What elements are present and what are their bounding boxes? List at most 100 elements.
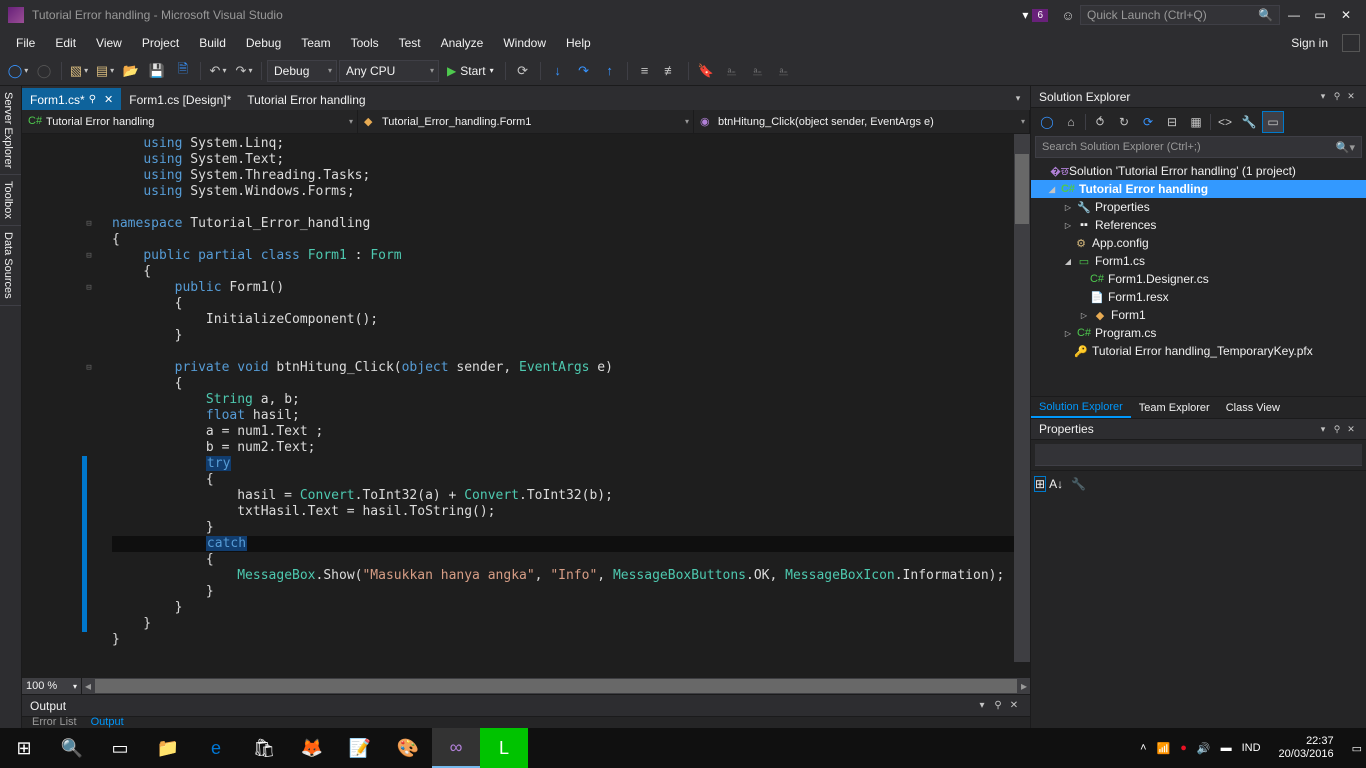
se-showall-icon[interactable]: ▦ — [1186, 112, 1206, 132]
project-node[interactable]: ◢C#Tutorial Error handling — [1031, 180, 1366, 198]
find-next-button[interactable]: ⎁ — [746, 59, 770, 83]
se-close-icon[interactable]: ✕ — [1344, 91, 1358, 102]
notifications[interactable]: ▾ 6 — [1022, 8, 1048, 22]
nav-member-dropdown[interactable]: ◉btnHitung_Click(object sender, EventArg… — [694, 110, 1030, 133]
form1class-node[interactable]: ▷◆Form1 — [1031, 306, 1366, 324]
solution-node[interactable]: �छSolution 'Tutorial Error handling' (1 … — [1031, 162, 1366, 180]
menu-tools[interactable]: Tools — [341, 32, 389, 54]
taskbar-firefox[interactable]: 🦊 — [288, 728, 336, 768]
tab-team-explorer[interactable]: Team Explorer — [1131, 399, 1218, 417]
redo-button[interactable]: ↷ — [232, 59, 256, 83]
menu-analyze[interactable]: Analyze — [431, 32, 494, 54]
form1designer-node[interactable]: C#Form1.Designer.cs — [1031, 270, 1366, 288]
menu-help[interactable]: Help — [556, 32, 601, 54]
menu-view[interactable]: View — [86, 32, 132, 54]
se-refresh-icon[interactable]: ⟳ — [1138, 112, 1158, 132]
taskbar-visual-studio[interactable]: ∞ — [432, 728, 480, 768]
output-tab[interactable]: Output — [85, 716, 130, 728]
maximize-button[interactable]: ▭ — [1308, 5, 1332, 25]
feedback-icon[interactable]: ☺ — [1056, 3, 1080, 27]
minimize-button[interactable]: — — [1282, 5, 1306, 25]
toolbox-tab[interactable]: Toolbox — [0, 175, 21, 226]
nav-project-dropdown[interactable]: C#Tutorial Error handling — [22, 110, 358, 133]
program-node[interactable]: ▷C#Program.cs — [1031, 324, 1366, 342]
error-list-tab[interactable]: Error List — [26, 716, 83, 728]
tray-lang[interactable]: IND — [1242, 742, 1261, 754]
tray-volume-icon[interactable]: 🔊 — [1197, 742, 1211, 755]
code-content[interactable]: using System.Linq; using System.Text; us… — [102, 134, 1030, 678]
props-dropdown-icon[interactable]: ▾ — [1316, 424, 1330, 435]
props-pin-icon[interactable]: ⚲ — [1330, 424, 1344, 435]
props-wrench-icon[interactable]: 🔧 — [1071, 477, 1086, 491]
horizontal-scrollbar[interactable]: 100 %▾ ◂ ▸ — [22, 678, 1030, 694]
tray-wifi-icon[interactable]: 📶 — [1157, 742, 1171, 755]
se-home-icon[interactable]: ⌂ — [1061, 112, 1081, 132]
save-all-button[interactable]: 🗎 — [171, 59, 195, 83]
undo-button[interactable]: ↶ — [206, 59, 230, 83]
tray-app-icon[interactable]: ● — [1180, 742, 1187, 754]
tab-form1-cs[interactable]: Form1.cs* ⚲ ✕ — [22, 88, 121, 110]
menu-debug[interactable]: Debug — [236, 32, 291, 54]
taskbar-file-explorer[interactable]: 📁 — [144, 728, 192, 768]
quick-launch-input[interactable]: Quick Launch (Ctrl+Q) 🔍 — [1080, 5, 1280, 25]
sign-in-link[interactable]: Sign in — [1283, 32, 1336, 54]
references-node[interactable]: ▷▪▪References — [1031, 216, 1366, 234]
props-categorized-icon[interactable]: ⊞ — [1035, 477, 1045, 491]
start-button[interactable]: ▶Start▾ — [441, 60, 500, 82]
browser-link-button[interactable]: ⟳ — [511, 59, 535, 83]
code-editor[interactable]: ⊟⊟⊟ ⊟ using System.Linq; using System.Te… — [22, 134, 1030, 678]
menu-edit[interactable]: Edit — [45, 32, 86, 54]
nav-back-button[interactable]: ◯ — [6, 59, 30, 83]
se-collapse-icon[interactable]: ⊟ — [1162, 112, 1182, 132]
save-button[interactable]: 💾 — [145, 59, 169, 83]
taskbar-line[interactable]: L — [480, 728, 528, 768]
data-sources-tab[interactable]: Data Sources — [0, 226, 21, 306]
nav-class-dropdown[interactable]: ◆Tutorial_Error_handling.Form1 — [358, 110, 694, 133]
taskbar-edge[interactable]: e — [192, 728, 240, 768]
vertical-scrollbar[interactable] — [1014, 134, 1030, 662]
tab-solution-explorer[interactable]: Solution Explorer — [1031, 398, 1131, 418]
output-pin-icon[interactable]: ⚲ — [990, 700, 1006, 711]
taskbar-paint[interactable]: 🎨 — [384, 728, 432, 768]
solution-search-input[interactable]: Search Solution Explorer (Ctrl+;) 🔍▾ — [1035, 136, 1362, 158]
properties-node[interactable]: ▷🔧Properties — [1031, 198, 1366, 216]
step-into-button[interactable]: ↓ — [546, 59, 570, 83]
menu-build[interactable]: Build — [189, 32, 236, 54]
props-alpha-icon[interactable]: A↓ — [1049, 477, 1063, 491]
close-tab-icon[interactable]: ✕ — [104, 93, 113, 106]
zoom-dropdown[interactable]: 100 %▾ — [22, 678, 82, 694]
output-dropdown-icon[interactable]: ▾ — [974, 700, 990, 711]
task-view-button[interactable]: ▭ — [96, 728, 144, 768]
se-preview-icon[interactable]: ▭ — [1263, 112, 1283, 132]
menu-test[interactable]: Test — [389, 32, 431, 54]
tab-tutorial[interactable]: Tutorial Error handling — [239, 88, 373, 110]
tab-dropdown-button[interactable]: ▾ — [1006, 86, 1030, 110]
output-close-icon[interactable]: ✕ — [1006, 700, 1022, 711]
se-sync-icon[interactable]: ⥀ — [1090, 112, 1110, 132]
se-pending-icon[interactable]: ↻ — [1114, 112, 1134, 132]
pin-icon[interactable]: ⚲ — [89, 94, 96, 105]
tray-chevron-icon[interactable]: ˄ — [1140, 742, 1146, 754]
nav-forward-button[interactable]: ◯ — [32, 59, 56, 83]
tempkey-node[interactable]: 🔑Tutorial Error handling_TemporaryKey.pf… — [1031, 342, 1366, 360]
step-over-button[interactable]: ↷ — [572, 59, 596, 83]
open-file-button[interactable]: 📂 — [119, 59, 143, 83]
start-menu-button[interactable]: ⊞ — [0, 728, 48, 768]
menu-team[interactable]: Team — [291, 32, 340, 54]
action-center-icon[interactable]: ▭ — [1352, 742, 1362, 755]
add-item-button[interactable]: ▤ — [93, 59, 117, 83]
server-explorer-tab[interactable]: Server Explorer — [0, 86, 21, 175]
platform-dropdown[interactable]: Any CPU — [339, 60, 439, 82]
props-object-dropdown[interactable] — [1035, 444, 1362, 466]
config-dropdown[interactable]: Debug — [267, 60, 337, 82]
uncomment-button[interactable]: ≢ — [659, 59, 683, 83]
new-project-button[interactable]: ▧ — [67, 59, 91, 83]
tab-class-view[interactable]: Class View — [1218, 399, 1288, 417]
find-button[interactable]: ⎁ — [720, 59, 744, 83]
tab-form1-design[interactable]: Form1.cs [Design]* — [121, 88, 239, 110]
menu-file[interactable]: File — [6, 32, 45, 54]
props-close-icon[interactable]: ✕ — [1344, 424, 1358, 435]
tray-battery-icon[interactable]: ▬ — [1221, 742, 1232, 754]
se-back-icon[interactable]: ◯ — [1037, 112, 1057, 132]
menu-window[interactable]: Window — [493, 32, 556, 54]
